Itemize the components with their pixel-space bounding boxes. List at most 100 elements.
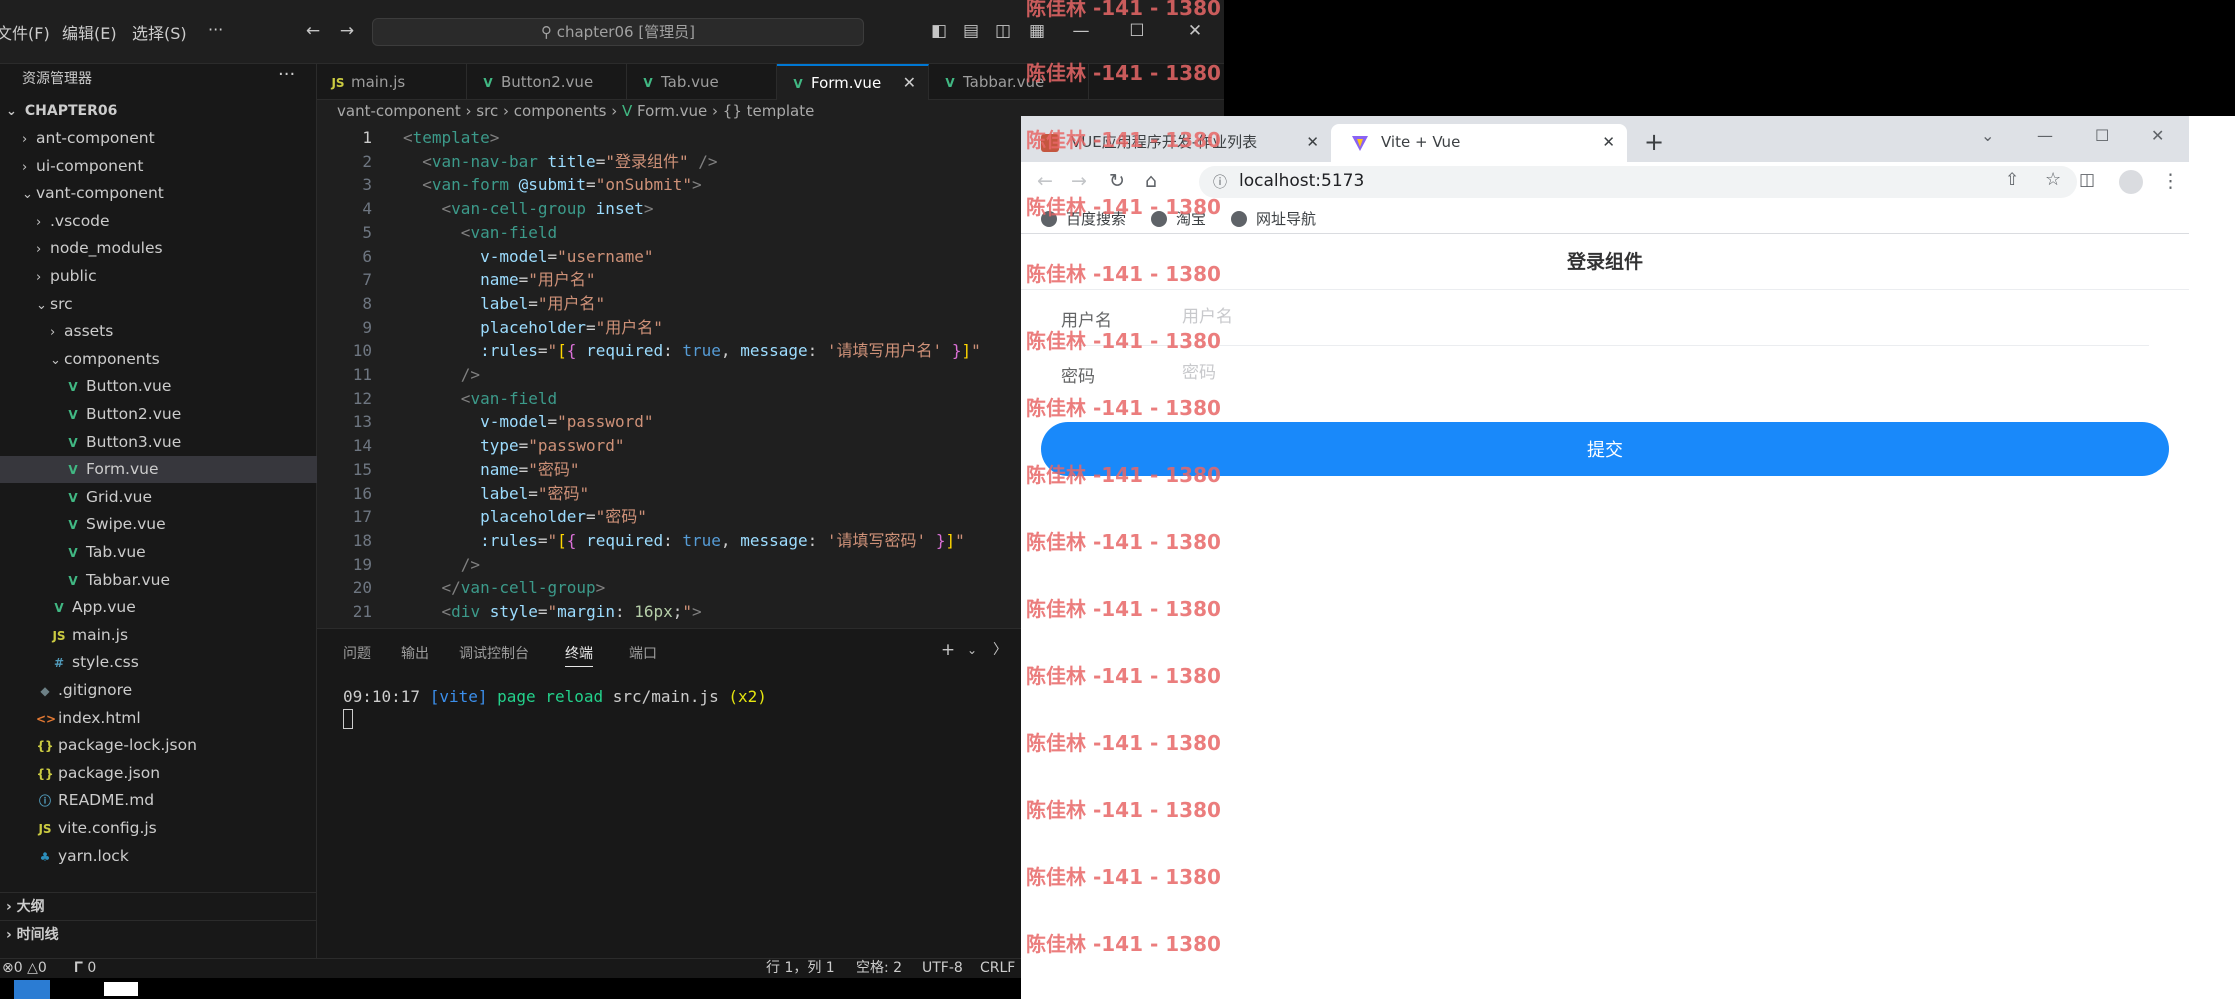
tree-item[interactable]: ⌄ src	[0, 291, 317, 318]
share-icon[interactable]: ⇧	[2005, 170, 2019, 190]
maximize-icon[interactable]: ☐	[2095, 126, 2109, 145]
customize-layout-icon[interactable]: ▦	[1026, 20, 1048, 42]
panel-tab-output[interactable]: 输出	[401, 643, 429, 663]
tree-item[interactable]: › ui-component	[0, 153, 317, 180]
close-icon[interactable]: ✕	[1184, 20, 1206, 42]
info-icon[interactable]: ⓘ	[1213, 172, 1227, 192]
profile-avatar-icon[interactable]	[2119, 170, 2143, 194]
tree-item[interactable]: ◆ .gitignore	[0, 677, 317, 704]
panel-tab-problems[interactable]: 问题	[343, 643, 371, 663]
tree-item[interactable]: ⌄ vant-component	[0, 180, 317, 207]
breadcrumb-item[interactable]: {} template	[723, 102, 815, 120]
tree-item[interactable]: V Form.vue	[0, 456, 317, 484]
back-arrow-icon[interactable]: ←	[302, 20, 324, 42]
panel-tab-debug-console[interactable]: 调试控制台	[459, 643, 529, 663]
terminal-output: 09:10:17 [vite] page reload src/main.js …	[343, 687, 767, 706]
maximize-icon[interactable]: ☐	[1126, 20, 1148, 42]
forward-arrow-icon[interactable]: →	[1071, 170, 1087, 192]
status-position[interactable]: 行 1，列 1	[766, 959, 835, 977]
status-encoding[interactable]: UTF-8	[922, 959, 963, 977]
breadcrumb-item[interactable]: Form.vue	[637, 102, 707, 120]
more-actions-icon[interactable]: ···	[278, 64, 295, 85]
breadcrumb-item[interactable]: components	[514, 102, 607, 120]
tree-item[interactable]: JS main.js	[0, 622, 317, 649]
tree-item[interactable]: V Grid.vue	[0, 484, 317, 511]
tree-item-label: style.css	[72, 653, 139, 672]
menu-edit[interactable]: 编辑(E)	[62, 20, 117, 44]
tree-item[interactable]: {} package.json	[0, 760, 317, 787]
browser-tab-vite-vue[interactable]: Vite + Vue ✕	[1331, 124, 1627, 162]
vscode-taskbar-icon[interactable]	[14, 980, 50, 999]
menu-selection[interactable]: 选择(S)	[132, 20, 187, 44]
tree-item[interactable]: {} package-lock.json	[0, 732, 317, 759]
tree-item[interactable]: ⌄ components	[0, 346, 317, 373]
tree-item[interactable]: V Tab.vue	[0, 539, 317, 566]
tree-item[interactable]: › .vscode	[0, 208, 317, 235]
breadcrumb-item[interactable]: vant-component	[337, 102, 461, 120]
status-spaces[interactable]: 空格: 2	[856, 959, 902, 977]
tree-item[interactable]: ⓘ README.md	[0, 787, 317, 814]
tree-item[interactable]: # style.css	[0, 649, 317, 676]
tree-item[interactable]: › ant-component	[0, 125, 317, 152]
address-bar[interactable]: ⓘ localhost:5173 ⇧ ☆	[1199, 166, 2077, 198]
minimize-icon[interactable]: —	[1070, 20, 1092, 42]
tree-item[interactable]: V App.vue	[0, 594, 317, 621]
tree-item[interactable]: › node_modules	[0, 235, 317, 262]
more-menu-icon[interactable]: ⋮	[2161, 170, 2180, 192]
terminal-cursor[interactable]	[343, 709, 353, 729]
status-ports[interactable]: 𝚪 0	[74, 959, 96, 977]
tree-item[interactable]: › assets	[0, 318, 317, 345]
password-input[interactable]	[1182, 358, 2082, 388]
tab-button2-vue[interactable]: V Button2.vue	[467, 64, 627, 100]
status-problems[interactable]: ⊗0 △0	[2, 959, 47, 977]
close-icon[interactable]: ✕	[2151, 126, 2164, 145]
tree-item[interactable]: V Button2.vue	[0, 401, 317, 428]
toggle-panel-icon[interactable]: ▤	[960, 20, 982, 42]
vue-icon: V	[622, 102, 638, 120]
tree-item[interactable]: <> index.html	[0, 705, 317, 732]
forward-arrow-icon[interactable]: →	[336, 20, 358, 42]
panel-tab-terminal[interactable]: 终端	[565, 643, 593, 667]
tree-item[interactable]: V Swipe.vue	[0, 511, 317, 538]
menu-file[interactable]: 文件(F)	[0, 20, 50, 44]
toggle-secondary-sidebar-icon[interactable]: ◫	[992, 20, 1014, 42]
explorer-root[interactable]: ⌄ CHAPTER06	[0, 98, 317, 125]
browser-taskbar-icon[interactable]	[104, 982, 138, 996]
tree-item[interactable]: V Button3.vue	[0, 429, 317, 456]
tree-item[interactable]: ♣ yarn.lock	[0, 843, 317, 870]
chevron-down-icon[interactable]: ⌄	[961, 639, 983, 661]
tree-item[interactable]: JS vite.config.js	[0, 815, 317, 842]
tree-item[interactable]: › public	[0, 263, 317, 290]
tab-tab-vue[interactable]: V Tab.vue	[627, 64, 777, 100]
new-terminal-icon[interactable]: +	[937, 639, 959, 661]
antenna-icon: 𝚪	[74, 960, 83, 976]
status-eol[interactable]: CRLF	[980, 959, 1015, 977]
chevron-right-icon: ›	[6, 927, 12, 943]
menu-more[interactable]: ···	[208, 20, 223, 39]
tab-form-vue[interactable]: V Form.vue ✕	[777, 64, 929, 100]
close-tab-icon[interactable]: ✕	[903, 66, 916, 100]
reload-icon[interactable]: ↻	[1109, 170, 1125, 192]
username-input[interactable]	[1182, 302, 2082, 332]
bookmark-nav[interactable]: 网址导航	[1231, 208, 1316, 229]
chevron-down-icon[interactable]: ⌄	[1981, 126, 1994, 145]
tab-main-js[interactable]: JS main.js	[317, 64, 467, 100]
toggle-sidebar-icon[interactable]: ◧	[928, 20, 950, 42]
outline-section[interactable]: › 大纲	[0, 892, 317, 920]
minimize-icon[interactable]: —	[2037, 126, 2053, 145]
star-icon[interactable]: ☆	[2045, 169, 2061, 190]
new-tab-icon[interactable]: +	[1644, 128, 1664, 156]
panel-tab-ports[interactable]: 端口	[629, 643, 657, 663]
chevron-down-icon: ⌄	[22, 187, 33, 203]
home-icon[interactable]: ⌂	[1145, 170, 1157, 192]
close-tab-icon[interactable]: ✕	[1602, 124, 1615, 160]
timeline-section[interactable]: › 时间线	[0, 920, 317, 948]
tree-item[interactable]: V Tabbar.vue	[0, 567, 317, 594]
command-center[interactable]: ⚲ chapter06 [管理员]	[372, 18, 864, 46]
close-tab-icon[interactable]: ✕	[1306, 124, 1319, 160]
terminal-icon[interactable]: 〉	[989, 639, 1011, 661]
side-panel-icon[interactable]: ◫	[2079, 170, 2095, 190]
back-arrow-icon[interactable]: ←	[1037, 170, 1053, 192]
tree-item[interactable]: V Button.vue	[0, 373, 317, 400]
breadcrumb-item[interactable]: src	[476, 102, 498, 120]
